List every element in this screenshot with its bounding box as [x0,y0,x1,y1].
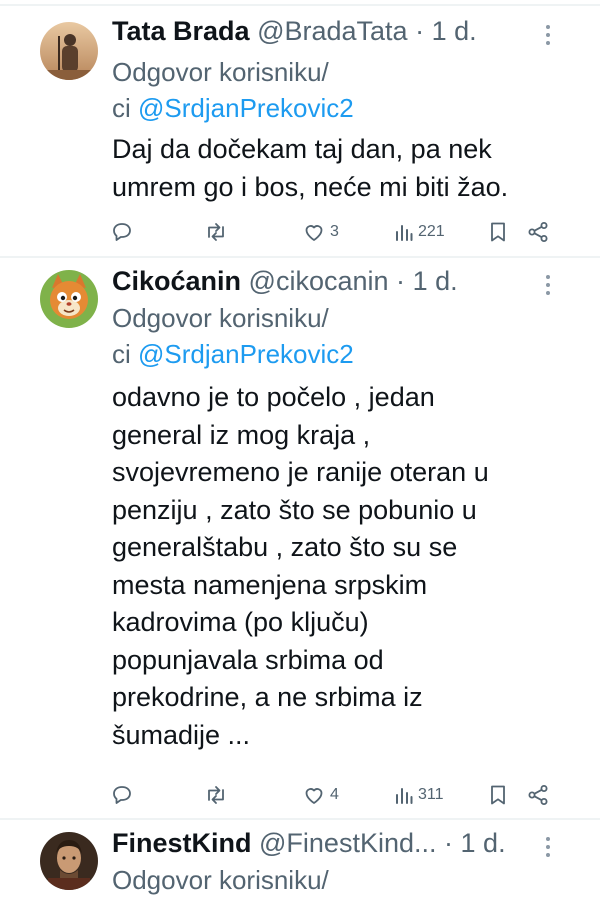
separator: · [396,266,406,296]
like-button[interactable]: 4 [302,780,339,810]
author-handle[interactable]: @BradaTata [257,16,408,46]
bookmark-icon [491,222,505,242]
like-count: 4 [330,786,339,803]
retweet-button[interactable] [203,217,229,247]
reply-context: Odgovor korisniku/ [112,862,329,898]
avatar[interactable] [40,270,98,328]
tweet-text-line: Daj da dočekam taj dan, pa nek [112,134,492,164]
tweet-header: Tata Brada @BradaTata · 1 d. [112,14,477,48]
tweet-text-line: popunjavala srbima od [112,644,384,675]
views-button[interactable]: 311 [394,780,444,810]
reply-button[interactable] [110,217,134,247]
reply-context: Odgovor korisniku/ ci @SrdjanPrekovic2 [112,54,354,126]
retweet-icon [208,223,224,241]
share-button[interactable] [526,780,550,810]
tweet-text-line: general iz mog kraja , [112,419,371,450]
tweet-text: Daj da dočekam taj dan, pa nek umrem go … [112,131,572,206]
timestamp[interactable]: 1 d. [413,266,458,296]
reply-ci: ci [112,93,131,123]
like-count: 3 [330,223,339,240]
avatar[interactable] [40,832,98,890]
heart-icon [305,788,323,804]
reply-button[interactable] [110,780,134,810]
reply-mention[interactable]: @SrdjanPrekovic2 [138,339,354,369]
tweet-header: Cikoćanin @cikocanin · 1 d. [112,264,458,298]
tweet[interactable]: Cikoćanin @cikocanin · 1 d. Odgovor kori… [0,258,600,820]
reply-icon [113,786,131,804]
views-button[interactable]: 221 [394,217,445,247]
share-icon [528,785,548,805]
retweet-button[interactable] [203,780,229,810]
author-handle[interactable]: @cikocanin [249,266,389,296]
tweet-text-line: svojevremeno je ranije oteran u [112,457,489,487]
author-handle[interactable]: @FinestKind... [259,828,436,858]
action-bar: 3 221 [0,217,600,247]
tweet-text-line: odavno je to počelo , jedan [112,382,435,412]
tweet-text-line: penziju , zato što se pobunio u [112,494,477,525]
author-name[interactable]: Cikoćanin [112,266,241,296]
tweet[interactable]: FinestKind @FinestKind... · 1 d. Odgovor… [0,820,600,900]
reply-prefix: Odgovor korisniku/ [112,57,329,87]
author-name[interactable]: FinestKind [112,828,252,858]
view-count: 221 [418,223,445,240]
more-options-icon[interactable] [538,20,558,50]
bookmark-button[interactable] [487,217,509,247]
tweet-text-line: generalštabu , zato što su se [112,532,458,562]
separator: · [444,828,454,858]
reply-icon [113,223,131,241]
tweet-header: FinestKind @FinestKind... · 1 d. [112,826,506,860]
heart-icon [305,225,323,241]
tweet[interactable]: Tata Brada @BradaTata · 1 d. Odgovor kor… [0,0,600,258]
avatar[interactable] [40,22,98,80]
timestamp[interactable]: 1 d. [461,828,506,858]
tweet-text: odavno je to počelo , jedan general iz m… [112,379,572,754]
view-count: 311 [418,786,444,803]
reply-context: Odgovor korisniku/ ci @SrdjanPrekovic2 [112,300,354,372]
bookmark-icon [491,785,505,805]
cartoon-cat-avatar-icon [40,270,98,328]
views-icon [396,225,413,241]
tweet-text-line: mesta namenjena srpskim [112,569,428,600]
tweet-text-line: prekodrine, a ne srbima iz [112,682,423,712]
share-button[interactable] [526,217,550,247]
share-icon [528,222,548,242]
reply-ci: ci [112,339,131,369]
man-portrait-avatar-icon [40,832,98,890]
reply-prefix: Odgovor korisniku/ [112,865,329,895]
separator: · [415,16,425,46]
views-icon [396,788,413,804]
reply-mention[interactable]: @SrdjanPrekovic2 [138,93,354,123]
man-silhouette-avatar-icon [40,22,98,80]
like-button[interactable]: 3 [302,217,339,247]
more-options-icon[interactable] [538,832,558,862]
author-name[interactable]: Tata Brada [112,16,250,46]
retweet-icon [208,786,224,804]
tweet-text-line: kadrovima (po ključu) [112,607,369,637]
action-bar: 4 311 [0,780,600,810]
timestamp[interactable]: 1 d. [432,16,477,46]
bookmark-button[interactable] [487,780,509,810]
tweet-text-line: šumadije ... [112,719,251,750]
reply-prefix: Odgovor korisniku/ [112,303,329,333]
more-options-icon[interactable] [538,270,558,300]
tweet-text-line: umrem go i bos, neće mi biti žao. [112,171,509,202]
